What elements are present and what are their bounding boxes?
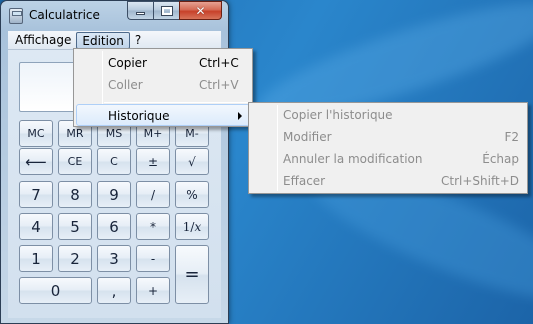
edition-dropdown-menu: Copier Ctrl+C Coller Ctrl+V Historique	[73, 48, 253, 127]
digit-7-button[interactable]: 7	[19, 181, 53, 208]
menu-item-annuler-modification[interactable]: Annuler la modification Échap	[251, 148, 527, 170]
menu-item-copier-historique[interactable]: Copier l'historique	[251, 104, 527, 126]
menu-edition[interactable]: Edition	[76, 31, 130, 49]
menu-item-label: Copier l'historique	[283, 108, 393, 122]
digit-3-button[interactable]: 3	[97, 245, 131, 272]
menu-item-label: Modifier	[283, 130, 332, 144]
minus-button[interactable]: -	[136, 245, 170, 272]
reciprocal-button[interactable]: 1/𝑥	[175, 213, 209, 240]
plus-button[interactable]: +	[136, 277, 170, 304]
menu-affichage[interactable]: Affichage	[10, 32, 76, 49]
close-icon: ✕	[195, 3, 206, 18]
ce-button[interactable]: CE	[58, 148, 92, 175]
menu-item-coller[interactable]: Coller Ctrl+V	[76, 74, 250, 96]
digit-1-button[interactable]: 1	[19, 245, 53, 272]
digit-4-button[interactable]: 4	[19, 213, 53, 240]
menu-item-label: Annuler la modification	[283, 152, 423, 166]
menu-item-shortcut: F2	[504, 130, 519, 144]
caption-buttons: ✕	[127, 1, 222, 21]
digit-2-button[interactable]: 2	[58, 245, 92, 272]
maximize-button[interactable]	[153, 1, 179, 20]
digit-0-button[interactable]: 0	[19, 277, 92, 304]
mc-button[interactable]: MC	[19, 120, 53, 147]
window-title: Calculatrice	[29, 8, 100, 22]
digit-8-button[interactable]: 8	[58, 181, 92, 208]
percent-button[interactable]: %	[175, 181, 209, 208]
divide-button[interactable]: /	[136, 181, 170, 208]
menu-item-effacer[interactable]: Effacer Ctrl+Shift+D	[251, 170, 527, 192]
menu-item-shortcut: Ctrl+C	[199, 56, 239, 70]
close-button[interactable]: ✕	[179, 1, 222, 20]
title-bar[interactable]: Calculatrice ✕	[1, 1, 228, 31]
menu-item-historique[interactable]: Historique	[76, 104, 250, 126]
menu-separator	[104, 102, 250, 103]
historique-submenu: Copier l'historique Modifier F2 Annuler …	[248, 102, 528, 194]
square-root-button[interactable]: √	[175, 148, 209, 175]
minimize-button[interactable]	[127, 1, 153, 20]
multiply-button[interactable]: *	[136, 213, 170, 240]
maximize-icon	[160, 5, 173, 16]
menu-item-shortcut: Ctrl+Shift+D	[441, 174, 519, 188]
calculator-app-icon[interactable]	[9, 8, 23, 24]
menu-item-shortcut: Échap	[482, 152, 519, 166]
menu-item-label: Copier	[108, 56, 147, 70]
digit-6-button[interactable]: 6	[97, 213, 131, 240]
menu-item-shortcut: Ctrl+V	[199, 78, 239, 92]
menu-item-label: Effacer	[283, 174, 326, 188]
plus-minus-button[interactable]: ±	[136, 148, 170, 175]
backspace-button[interactable]: ⟵	[19, 148, 53, 175]
submenu-arrow-icon	[238, 112, 242, 120]
clear-button[interactable]: C	[97, 148, 131, 175]
menu-item-label: Coller	[108, 78, 143, 92]
digit-5-button[interactable]: 5	[58, 213, 92, 240]
decimal-button[interactable]: ,	[97, 277, 131, 304]
menu-help[interactable]: ?	[130, 32, 146, 49]
equals-button[interactable]: =	[175, 245, 209, 304]
digit-9-button[interactable]: 9	[97, 181, 131, 208]
menu-item-modifier[interactable]: Modifier F2	[251, 126, 527, 148]
menu-item-label: Historique	[108, 109, 170, 123]
minimize-icon	[136, 12, 145, 15]
menu-item-copier[interactable]: Copier Ctrl+C	[76, 52, 250, 74]
